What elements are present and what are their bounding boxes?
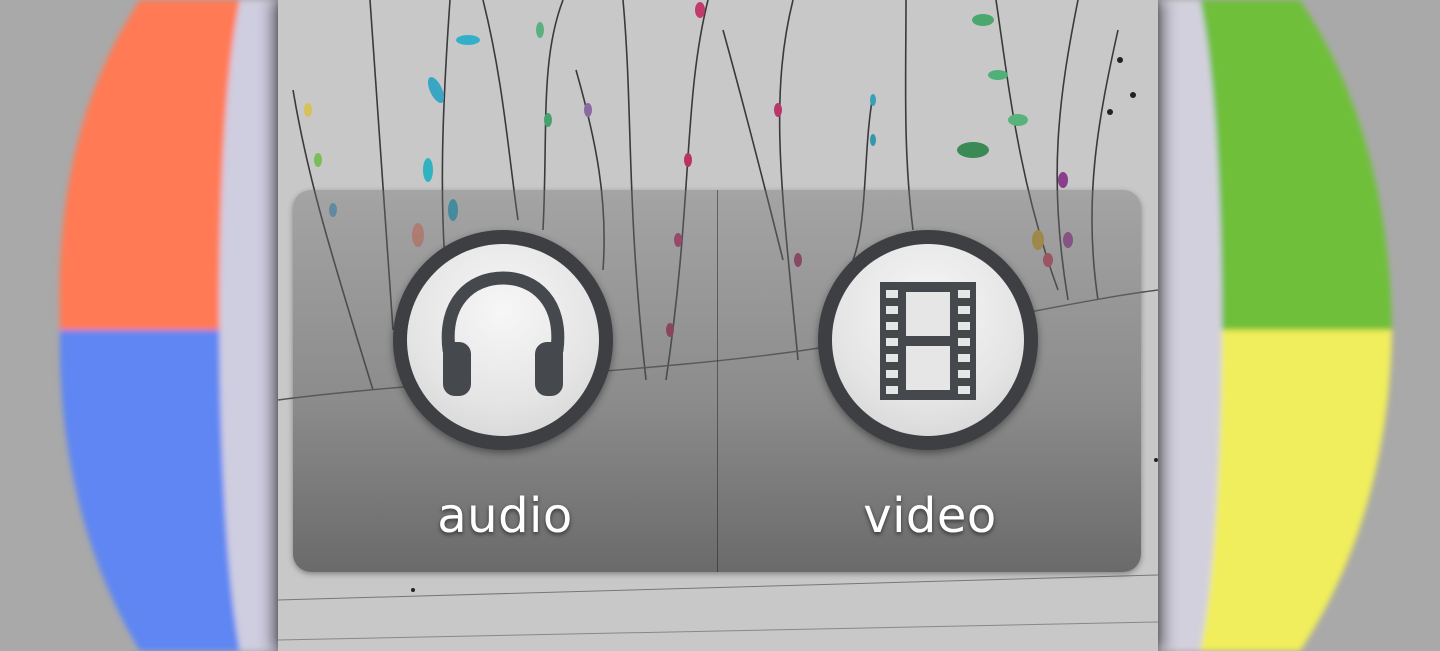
headphones-icon — [441, 271, 565, 396]
video-option-button[interactable]: video — [718, 190, 1141, 572]
phone-screen: audio video — [278, 0, 1158, 651]
audio-option-button[interactable]: audio — [293, 190, 717, 572]
media-type-chooser: audio video — [293, 190, 1141, 572]
video-icon-circle — [818, 230, 1038, 450]
film-strip-icon — [880, 282, 976, 400]
audio-label: audio — [437, 488, 573, 544]
video-label: video — [863, 488, 997, 544]
audio-icon-circle — [393, 230, 613, 450]
